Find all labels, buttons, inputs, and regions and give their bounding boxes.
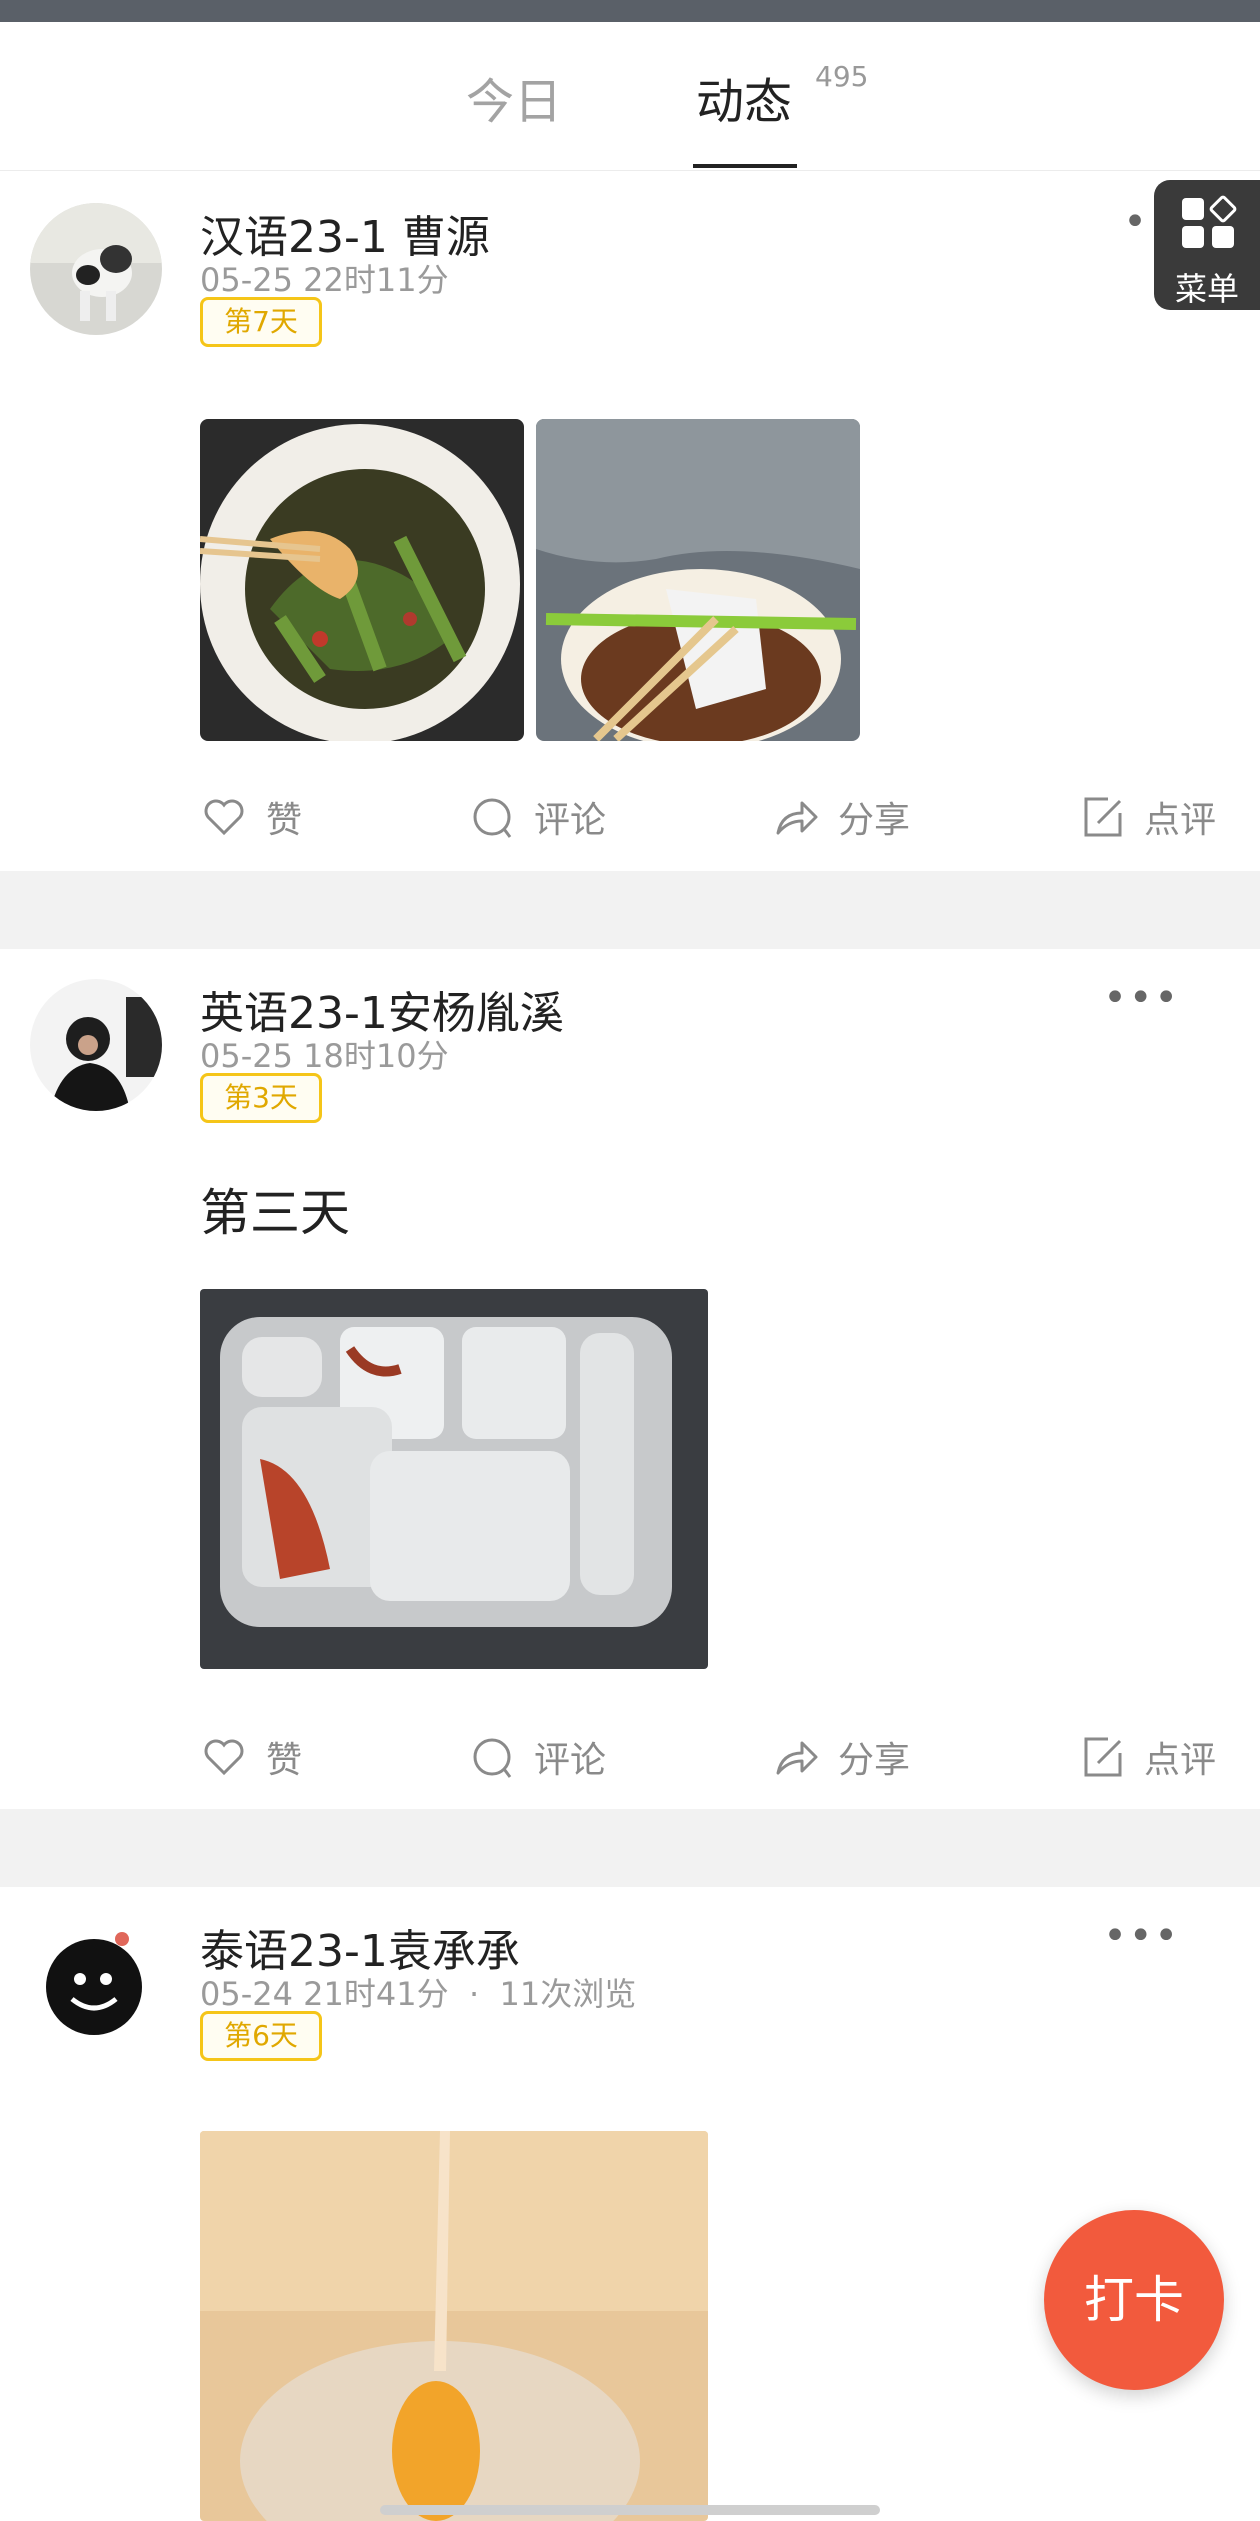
tab-feed[interactable]: 动态 xyxy=(696,62,792,132)
comment-label: 评论 xyxy=(534,800,607,841)
grid-menu-icon xyxy=(1182,195,1237,248)
meta-separator: · xyxy=(458,1975,490,2013)
post-card: 汉语23-1 曹源 05-25 22时11分 第7天 ••• xyxy=(0,171,1260,871)
review-label: 点评 xyxy=(1144,800,1217,841)
edit-icon xyxy=(1084,1737,1122,1777)
review-button[interactable]: 点评 xyxy=(1078,791,1216,843)
comment-button[interactable]: 评论 xyxy=(468,1731,606,1783)
like-button[interactable]: 赞 xyxy=(200,1731,302,1783)
comment-button[interactable]: 评论 xyxy=(468,791,606,843)
day-badge: 第6天 xyxy=(200,2011,322,2061)
post-photo[interactable] xyxy=(200,1289,708,1669)
active-tab-indicator xyxy=(693,164,797,168)
avatar[interactable] xyxy=(30,203,162,335)
view-count: 11次浏览 xyxy=(499,1975,637,2013)
comment-icon xyxy=(473,798,512,838)
tab-today[interactable]: 今日 xyxy=(466,62,562,132)
more-options-icon[interactable]: ••• xyxy=(1103,975,1180,1021)
share-button[interactable]: 分享 xyxy=(772,1731,910,1783)
review-button[interactable]: 点评 xyxy=(1078,1731,1216,1783)
post-meta: 05-24 21时41分 · 11次浏览 xyxy=(200,1969,636,2015)
review-label: 点评 xyxy=(1144,1740,1217,1781)
share-icon xyxy=(776,1741,818,1775)
like-label: 赞 xyxy=(266,800,303,841)
post-time: 05-25 18时10分 xyxy=(200,1037,449,1075)
feed-count: 495 xyxy=(815,60,869,93)
like-button[interactable]: 赞 xyxy=(200,791,302,843)
menu-label: 菜单 xyxy=(1174,270,1239,308)
like-label: 赞 xyxy=(266,1740,303,1781)
status-bar xyxy=(0,0,1260,22)
menu-button[interactable]: 菜单 xyxy=(1154,180,1260,310)
more-options-icon[interactable]: ••• xyxy=(1103,1913,1180,1959)
post-divider xyxy=(0,871,1260,949)
heart-icon xyxy=(204,799,244,836)
check-in-button[interactable]: 打卡 xyxy=(1044,2210,1224,2390)
post-photo[interactable] xyxy=(200,2131,708,2521)
comment-icon xyxy=(473,1738,512,1778)
day-badge: 第3天 xyxy=(200,1073,322,1123)
home-indicator xyxy=(380,2505,880,2515)
comment-label: 评论 xyxy=(534,1740,607,1781)
post-time: 05-24 21时41分 xyxy=(200,1975,449,2013)
post-divider xyxy=(0,1809,1260,1887)
avatar[interactable] xyxy=(30,979,162,1111)
post-time: 05-25 22时11分 xyxy=(200,261,449,299)
share-label: 分享 xyxy=(838,800,911,841)
edit-icon xyxy=(1084,797,1122,837)
day-badge: 第7天 xyxy=(200,297,322,347)
post-photo[interactable] xyxy=(200,419,524,741)
post-card: 泰语23-1袁承承 05-24 21时41分 · 11次浏览 第6天 ••• xyxy=(0,1887,1260,2521)
post-text: 第三天 xyxy=(200,1184,350,1242)
post-actions: 赞 评论 分享 点评 xyxy=(0,791,1260,871)
post-actions: 赞 评论 分享 点评 xyxy=(0,1731,1260,1811)
share-icon xyxy=(776,801,818,835)
share-label: 分享 xyxy=(838,1740,911,1781)
post-card: 英语23-1安杨胤溪 05-25 18时10分 第3天 ••• 第三天 赞 评论 xyxy=(0,949,1260,1809)
share-button[interactable]: 分享 xyxy=(772,791,910,843)
avatar[interactable] xyxy=(30,1917,162,2049)
top-tab-bar: 今日 动态 495 xyxy=(0,22,1260,171)
post-photo[interactable] xyxy=(536,419,860,741)
heart-icon xyxy=(204,1739,244,1776)
